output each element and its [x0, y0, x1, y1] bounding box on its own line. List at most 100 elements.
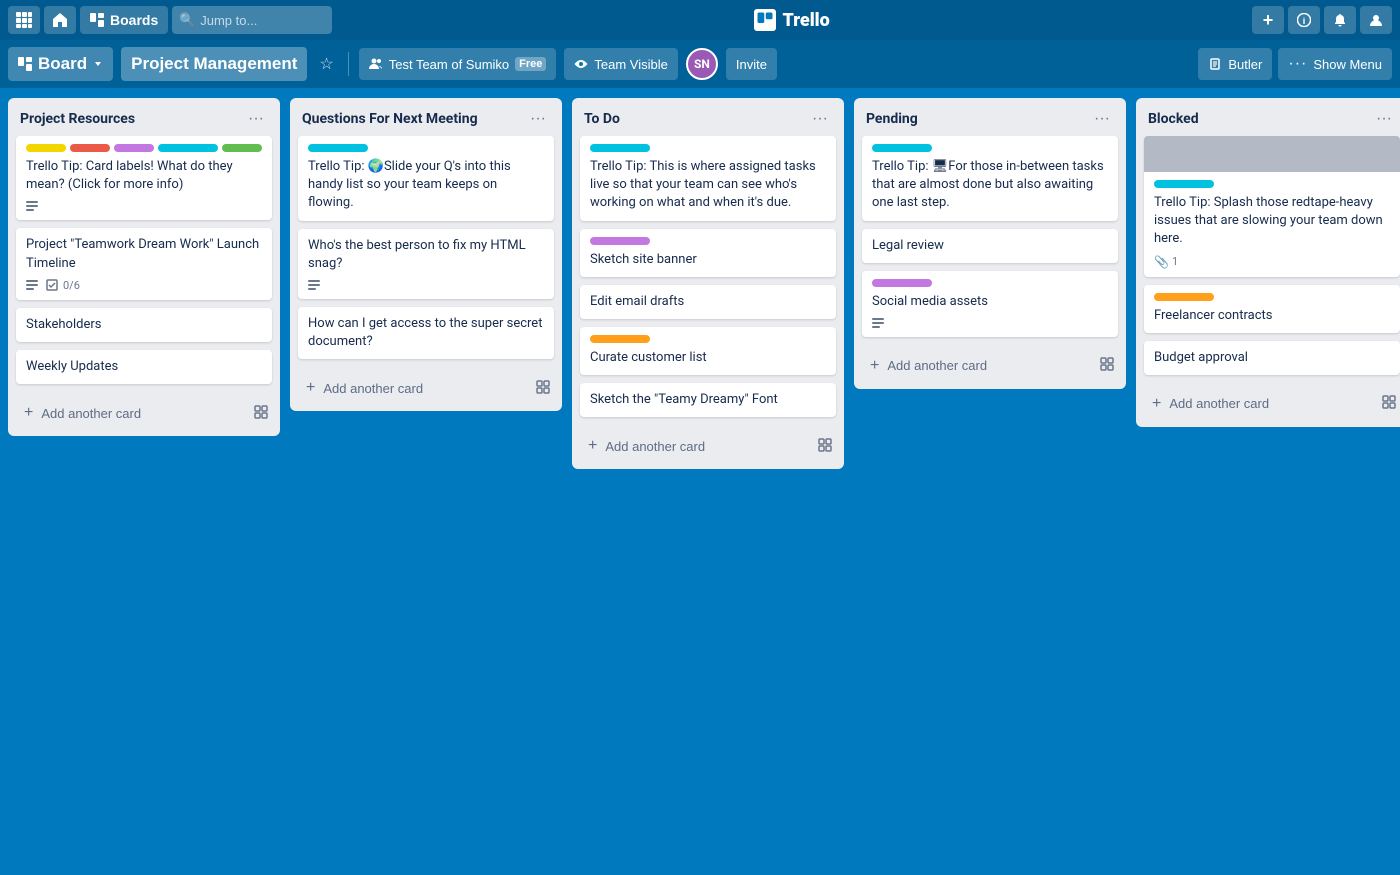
description-icon	[26, 279, 38, 291]
add-card-button-project-resources[interactable]: + Add another card	[16, 398, 250, 428]
board-view-button[interactable]: Board	[8, 47, 113, 81]
card-labels	[872, 279, 1108, 287]
add-button[interactable]: +	[1252, 6, 1284, 34]
card-card-html-snag[interactable]: Who's the best person to fix my HTML sna…	[298, 229, 554, 299]
avatar-initials: SN	[694, 57, 710, 71]
star-button[interactable]: ☆	[315, 50, 337, 78]
nav-right: + i	[1252, 6, 1392, 34]
list-to-do: To Do···Trello Tip: This is where assign…	[572, 98, 844, 469]
search-input[interactable]	[172, 6, 332, 34]
card-labels	[1154, 180, 1390, 188]
list-menu-button-questions-next-meeting[interactable]: ···	[526, 108, 550, 130]
add-card-button-pending[interactable]: + Add another card	[862, 351, 1096, 381]
list-menu-button-blocked[interactable]: ···	[1372, 108, 1396, 130]
card-card-tip-slide[interactable]: Trello Tip: 🌍Slide your Q's into this ha…	[298, 136, 554, 221]
board-title[interactable]: Project Management	[121, 47, 307, 81]
board-content: Project Resources···Trello Tip: Card lab…	[0, 88, 1400, 875]
add-card-button-to-do[interactable]: + Add another card	[580, 431, 814, 461]
add-card-button-blocked[interactable]: + Add another card	[1144, 389, 1378, 419]
card-card-launch-timeline[interactable]: Project "Teamwork Dream Work" Launch Tim…	[16, 228, 272, 299]
description-icon	[26, 200, 38, 212]
card-text: Budget approval	[1154, 349, 1390, 367]
team-button[interactable]: Test Team of Sumiko Free	[359, 48, 557, 80]
add-template-button-blocked[interactable]	[1378, 391, 1400, 416]
card-label	[26, 144, 66, 152]
card-card-tip-pending[interactable]: Trello Tip: 🖥For those in-between tasks …	[862, 136, 1118, 221]
home-button[interactable]	[44, 6, 76, 34]
card-text: Trello Tip: 🌍Slide your Q's into this ha…	[308, 158, 544, 213]
card-footer	[872, 317, 1108, 329]
card-card-weekly-updates[interactable]: Weekly Updates	[16, 350, 272, 384]
list-cards-project-resources: Trello Tip: Card labels! What do they me…	[8, 136, 280, 392]
boards-label: Boards	[110, 12, 158, 28]
boards-button[interactable]: Boards	[80, 6, 168, 34]
list-menu-button-project-resources[interactable]: ···	[244, 108, 268, 130]
add-card-button-questions-next-meeting[interactable]: + Add another card	[298, 373, 532, 403]
add-template-button-questions-next-meeting[interactable]	[532, 376, 554, 401]
add-template-button-to-do[interactable]	[814, 434, 836, 459]
card-card-tip-blocked[interactable]: Trello Tip: Splash those redtape-heavy i…	[1144, 136, 1400, 277]
card-card-social-media[interactable]: Social media assets	[862, 271, 1118, 337]
card-text: Trello Tip: Splash those redtape-heavy i…	[1154, 194, 1390, 249]
card-card-curate-customer[interactable]: Curate customer list	[580, 327, 836, 375]
list-header-to-do: To Do···	[572, 98, 844, 136]
add-card-footer-project-resources: + Add another card	[8, 392, 280, 436]
info-button[interactable]: i	[1288, 6, 1320, 34]
apps-icon-button[interactable]	[8, 6, 40, 34]
card-label	[590, 335, 650, 343]
team-label: Test Team of Sumiko	[389, 57, 509, 72]
search-wrapper: 🔍	[172, 6, 332, 34]
card-color-header	[1144, 136, 1400, 172]
card-card-secret-doc[interactable]: How can I get access to the super secret…	[298, 307, 554, 359]
card-text: Stakeholders	[26, 316, 262, 334]
card-card-legal-review[interactable]: Legal review	[862, 229, 1118, 263]
card-card-sketch-font[interactable]: Sketch the "Teamy Dreamy" Font	[580, 383, 836, 417]
card-label	[590, 144, 650, 152]
show-menu-button[interactable]: ··· Show Menu	[1278, 48, 1392, 80]
user-avatar[interactable]: SN	[686, 48, 718, 80]
notifications-button[interactable]	[1324, 6, 1356, 34]
card-labels	[26, 144, 262, 152]
list-menu-button-to-do[interactable]: ···	[808, 108, 832, 130]
card-text: Sketch site banner	[590, 251, 826, 269]
description-icon	[308, 279, 320, 291]
add-template-button-project-resources[interactable]	[250, 401, 272, 426]
butler-button[interactable]: Butler	[1198, 48, 1272, 80]
card-text: Trello Tip: 🖥For those in-between tasks …	[872, 158, 1108, 213]
divider-1	[348, 52, 349, 76]
card-footer: 📎 1	[1154, 255, 1390, 269]
visibility-button[interactable]: Team Visible	[564, 48, 677, 80]
card-footer	[308, 279, 544, 291]
checklist-icon: 0/6	[46, 279, 80, 292]
invite-button[interactable]: Invite	[726, 48, 777, 80]
list-header-questions-next-meeting: Questions For Next Meeting···	[290, 98, 562, 136]
card-card-budget-approval[interactable]: Budget approval	[1144, 341, 1400, 375]
card-card-edit-email[interactable]: Edit email drafts	[580, 285, 836, 319]
card-card-sketch-banner[interactable]: Sketch site banner	[580, 229, 836, 277]
card-card-tip-todo[interactable]: Trello Tip: This is where assigned tasks…	[580, 136, 836, 221]
svg-text:i: i	[1303, 16, 1306, 26]
board-title-text: Project Management	[131, 54, 297, 74]
list-header-blocked: Blocked···	[1136, 98, 1400, 136]
attachment-icon: 📎 1	[1154, 255, 1178, 269]
trello-logo: Trello	[754, 9, 829, 31]
card-text: How can I get access to the super secret…	[308, 315, 544, 351]
card-footer: 0/6	[26, 279, 262, 292]
card-label	[114, 144, 154, 152]
list-blocked: Blocked··· Trello Tip: Splash those redta…	[1136, 98, 1400, 427]
card-label	[308, 144, 368, 152]
card-footer	[26, 200, 262, 212]
list-title-to-do: To Do	[584, 111, 808, 127]
card-text: Legal review	[872, 237, 1108, 255]
card-labels	[590, 335, 826, 343]
list-menu-button-pending[interactable]: ···	[1090, 108, 1114, 130]
description-icon	[872, 317, 884, 329]
card-card-tip-labels[interactable]: Trello Tip: Card labels! What do they me…	[16, 136, 272, 220]
card-card-stakeholders[interactable]: Stakeholders	[16, 308, 272, 342]
add-template-button-pending[interactable]	[1096, 353, 1118, 378]
user-menu-button[interactable]	[1360, 6, 1392, 34]
card-text: Freelancer contracts	[1154, 307, 1390, 325]
header-right: Butler ··· Show Menu	[1198, 48, 1392, 80]
list-cards-questions-next-meeting: Trello Tip: 🌍Slide your Q's into this ha…	[290, 136, 562, 367]
card-card-freelancer[interactable]: Freelancer contracts	[1144, 285, 1400, 333]
